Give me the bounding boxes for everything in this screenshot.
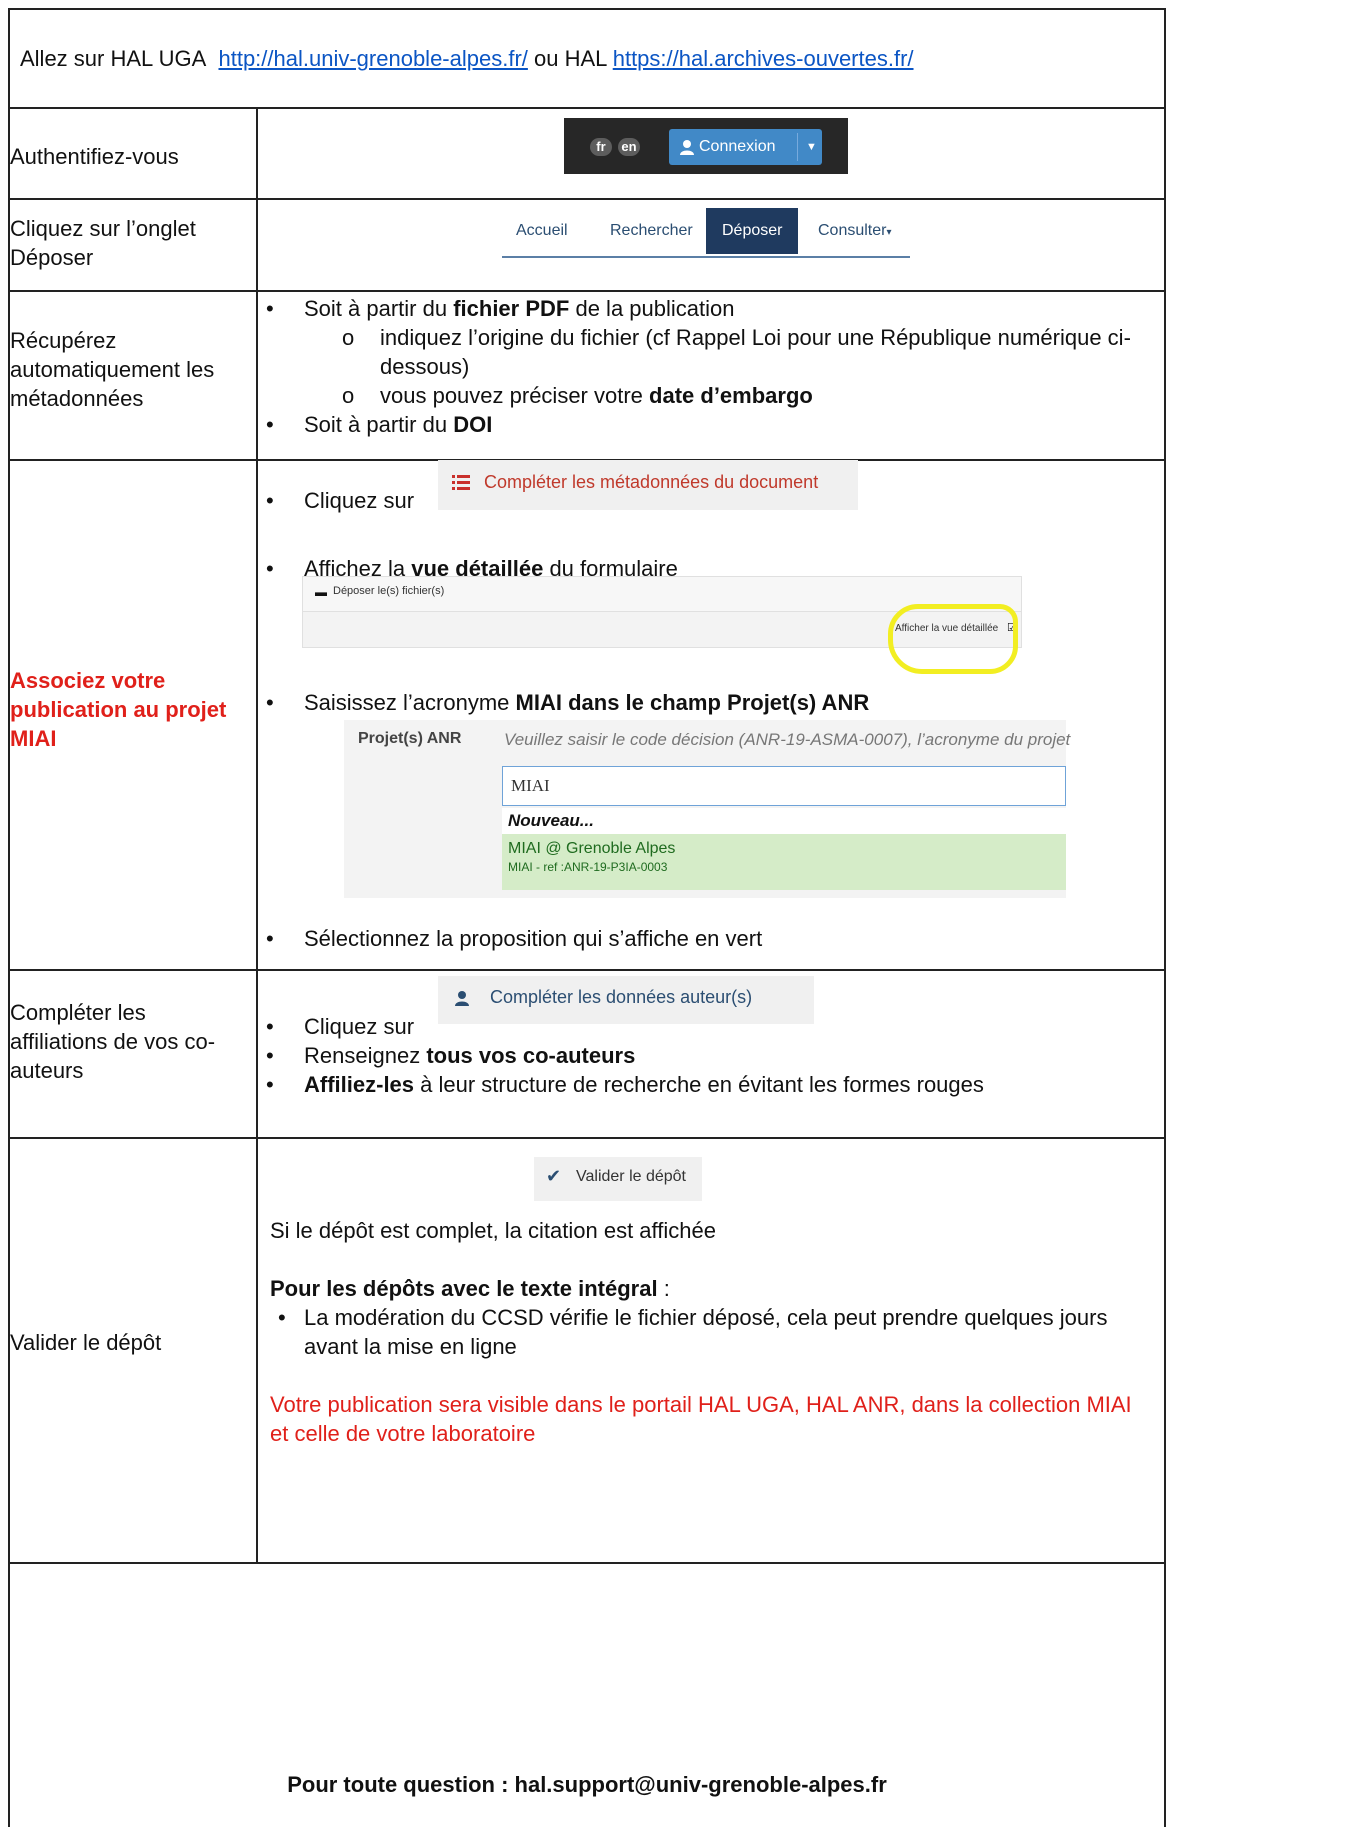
row-content-miai-select: Sélectionnez la proposition qui s’affich… [258, 924, 1148, 953]
list-item: Saisissez l’acronyme MIAI dans le champ … [258, 688, 1148, 717]
table-divider [8, 969, 1166, 971]
anr-new-option[interactable]: Nouveau... [502, 808, 1066, 834]
list-item: Affiliez-les à leur structure de recherc… [258, 1070, 1148, 1099]
sub-list-item: vous pouvez préciser votre date d’embarg… [258, 381, 1148, 410]
table-border-right [1164, 8, 1166, 1827]
instruction-table [8, 8, 1166, 1827]
user-icon [455, 991, 469, 1006]
table-divider [8, 1562, 1166, 1564]
button-separator [797, 133, 798, 161]
hal-archives-link[interactable]: https://hal.archives-ouvertes.fr/ [613, 46, 914, 71]
anr-input[interactable]: MIAI [502, 766, 1066, 806]
list-item: Renseignez tous vos co-auteurs [258, 1041, 1148, 1070]
lang-fr-button[interactable]: fr [590, 138, 612, 156]
validate-line: Si le dépôt est complet, la citation est… [270, 1218, 716, 1243]
row-content-miai-anr: Saisissez l’acronyme MIAI dans le champ … [258, 688, 1148, 717]
tab-consulter[interactable]: Consulter▾ [818, 208, 892, 254]
hal-uga-link[interactable]: http://hal.univ-grenoble-alpes.fr/ [218, 46, 527, 71]
visibility-note: Votre publication sera visible dans le p… [270, 1392, 1132, 1446]
table-divider [8, 198, 1166, 200]
complete-metadata-button[interactable]: Compléter les métadonnées du document [438, 460, 858, 510]
header-row: Allez sur HAL UGA http://hal.univ-grenob… [20, 44, 914, 73]
row-label-miai: Associez votre publication au projet MIA… [10, 668, 227, 751]
complete-authors-label: Compléter les données auteur(s) [490, 987, 753, 1007]
caret-down-icon: ▾ [886, 227, 892, 238]
list-item: Soit à partir du DOI [258, 410, 1148, 439]
validate-deposit-button[interactable]: ✔ Valider le dépôt [534, 1157, 702, 1201]
list-item: Sélectionnez la proposition qui s’affich… [258, 924, 1148, 953]
check-icon: ✔ [546, 1166, 562, 1186]
anr-help-text: Veuillez saisir le code décision (ANR-19… [504, 730, 1071, 749]
header-intro: Allez sur HAL UGA [20, 46, 207, 71]
anr-field-screenshot: Projet(s) ANR Veuillez saisir le code dé… [344, 720, 1070, 898]
list-item: Cliquez sur [258, 1012, 1148, 1041]
table-divider [8, 1137, 1166, 1139]
table-divider [8, 107, 1166, 109]
hal-nav-tabs-screenshot: Accueil Rechercher Déposer Consulter▾ [502, 208, 910, 258]
header-mid: ou HAL [534, 46, 607, 71]
connexion-label: Connexion [699, 138, 776, 155]
lang-en-button[interactable]: en [618, 138, 640, 156]
list-item: Soit à partir du fichier PDF de la publi… [258, 294, 1148, 323]
table-divider [8, 290, 1166, 292]
tab-accueil[interactable]: Accueil [516, 208, 568, 254]
user-icon [680, 140, 694, 155]
row-label-meta: Récupérez automatiquement les métadonnée… [10, 328, 215, 411]
validate-deposit-label: Valider le dépôt [576, 1168, 686, 1185]
list-item: La modération du CCSD vérifie le fichier… [270, 1303, 1140, 1361]
anr-suggestion[interactable]: MIAI @ Grenoble Alpes MIAI - ref :ANR-19… [502, 834, 1066, 890]
table-border-left [8, 8, 10, 1827]
row-content-auteurs: Cliquez sur Renseignez tous vos co-auteu… [258, 1012, 1148, 1099]
anr-suggestion-title: MIAI @ Grenoble Alpes [508, 840, 676, 857]
row-content-meta: Soit à partir du fichier PDF de la publi… [258, 294, 1148, 439]
folder-icon: ▬ [315, 585, 327, 599]
row-label-auth: Authentifiez-vous [10, 144, 179, 169]
anr-suggestion-ref: MIAI - ref :ANR-19-P3IA-0003 [508, 860, 668, 874]
row-label-auteurs: Compléter les affiliations de vos co-aut… [10, 1000, 216, 1083]
row-label-valider: Valider le dépôt [10, 1330, 162, 1355]
table-border-top [8, 8, 1166, 10]
tab-rechercher[interactable]: Rechercher [610, 208, 693, 254]
tab-deposer[interactable]: Déposer [706, 208, 799, 254]
list-icon [452, 475, 470, 490]
deposer-files-label: Déposer le(s) fichier(s) [333, 585, 445, 597]
caret-down-icon[interactable]: ▼ [806, 129, 817, 165]
connexion-bar-screenshot: fr en Connexion ▼ [564, 118, 848, 174]
highlight-circle [888, 604, 1018, 674]
tab-consulter-label: Consulter [818, 222, 887, 239]
support-footer: Pour toute question : hal.support@univ-g… [287, 1772, 887, 1797]
connexion-button[interactable]: Connexion ▼ [669, 129, 822, 165]
anr-label: Projet(s) ANR [358, 730, 462, 747]
row-content-valider: Si le dépôt est complet, la citation est… [270, 1216, 1140, 1448]
complete-metadata-label: Compléter les métadonnées du document [484, 472, 819, 492]
full-text-heading: Pour les dépôts avec le texte intégral : [270, 1276, 670, 1301]
sub-list-item: indiquez l’origine du fichier (cf Rappel… [258, 323, 1148, 381]
row-label-onglet: Cliquez sur l’onglet Déposer [10, 216, 196, 270]
anr-input-value: MIAI [511, 776, 550, 795]
